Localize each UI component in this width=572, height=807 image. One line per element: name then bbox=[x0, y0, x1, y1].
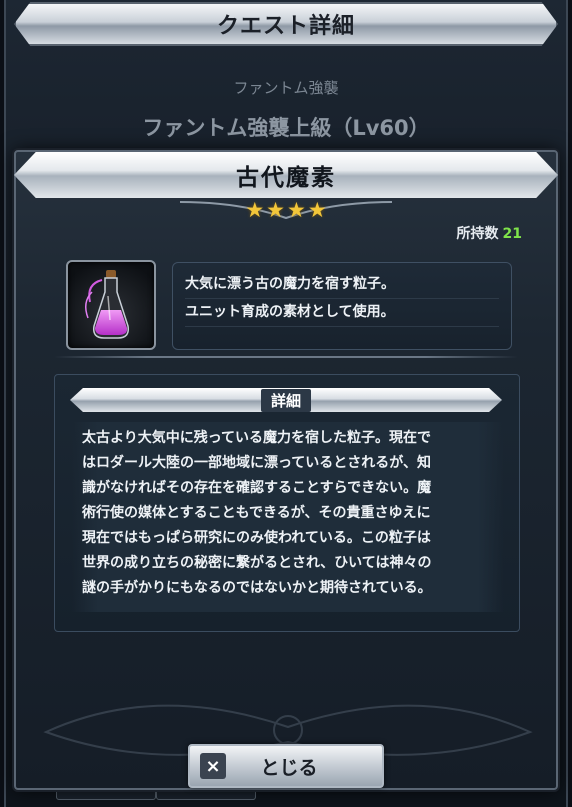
close-button-label: とじる bbox=[260, 756, 318, 779]
quest-detail-title: クエスト詳細 bbox=[216, 14, 355, 39]
owned-count: 所持数 21 bbox=[457, 223, 522, 243]
detail-line: 太古より大気中に残っている魔力を宿した粒子。現在で bbox=[82, 430, 432, 446]
quest-name: ファントム強襲上級（Lv60） bbox=[142, 116, 430, 140]
detail-line: 術行使の媒体とすることもできるが、その貴重さゆえに bbox=[82, 505, 431, 521]
short-description-line: ユニット育成の素材として使用。 bbox=[185, 299, 499, 327]
divider bbox=[54, 356, 518, 358]
detail-tab: 詳細 bbox=[70, 388, 502, 412]
detail-line: 謎の手がかりにもなるのではないかと期待されている。 bbox=[82, 580, 432, 596]
owned-label: 所持数 bbox=[456, 226, 499, 242]
detail-line: 識がなければその存在を確認することすらできない。魔 bbox=[82, 480, 432, 496]
detail-line: 現在ではもっぱら研究にのみ使われている。この粒子は bbox=[82, 530, 431, 546]
detail-text[interactable]: 太古より大気中に残っている魔力を宿した粒子。現在で はロダール大陸の一部地域に漂… bbox=[72, 422, 504, 612]
star-icon: ★ bbox=[245, 198, 265, 222]
short-description-line: 大気に漂う古の魔力を宿す粒子。 bbox=[185, 271, 499, 299]
star-icon: ★ bbox=[307, 198, 327, 222]
quest-category: ファントム強襲 bbox=[233, 79, 339, 97]
close-button[interactable]: × とじる bbox=[188, 744, 384, 788]
item-name-bar: 古代魔素 bbox=[14, 152, 558, 198]
item-name: 古代魔素 bbox=[236, 165, 336, 191]
close-icon: × bbox=[200, 753, 226, 779]
detail-line: 世界の成り立ちの秘密に繋がるとされ、ひいては神々の bbox=[82, 555, 432, 571]
short-description-box: 大気に漂う古の魔力を宿す粒子。 ユニット育成の素材として使用。 bbox=[172, 262, 512, 350]
potion-bottle-icon bbox=[85, 270, 130, 339]
star-icon: ★ bbox=[266, 198, 285, 222]
star-icon: ★ bbox=[287, 198, 306, 222]
detail-tab-label: 詳細 bbox=[260, 388, 311, 412]
rarity-stars: ★★★★ bbox=[0, 198, 572, 222]
item-icon-frame bbox=[66, 260, 156, 350]
detail-line: はロダール大陸の一部地域に漂っているとされるが、知 bbox=[82, 455, 432, 471]
quest-detail-title-bar: クエスト詳細 bbox=[14, 2, 558, 46]
owned-count-value: 21 bbox=[502, 226, 522, 242]
